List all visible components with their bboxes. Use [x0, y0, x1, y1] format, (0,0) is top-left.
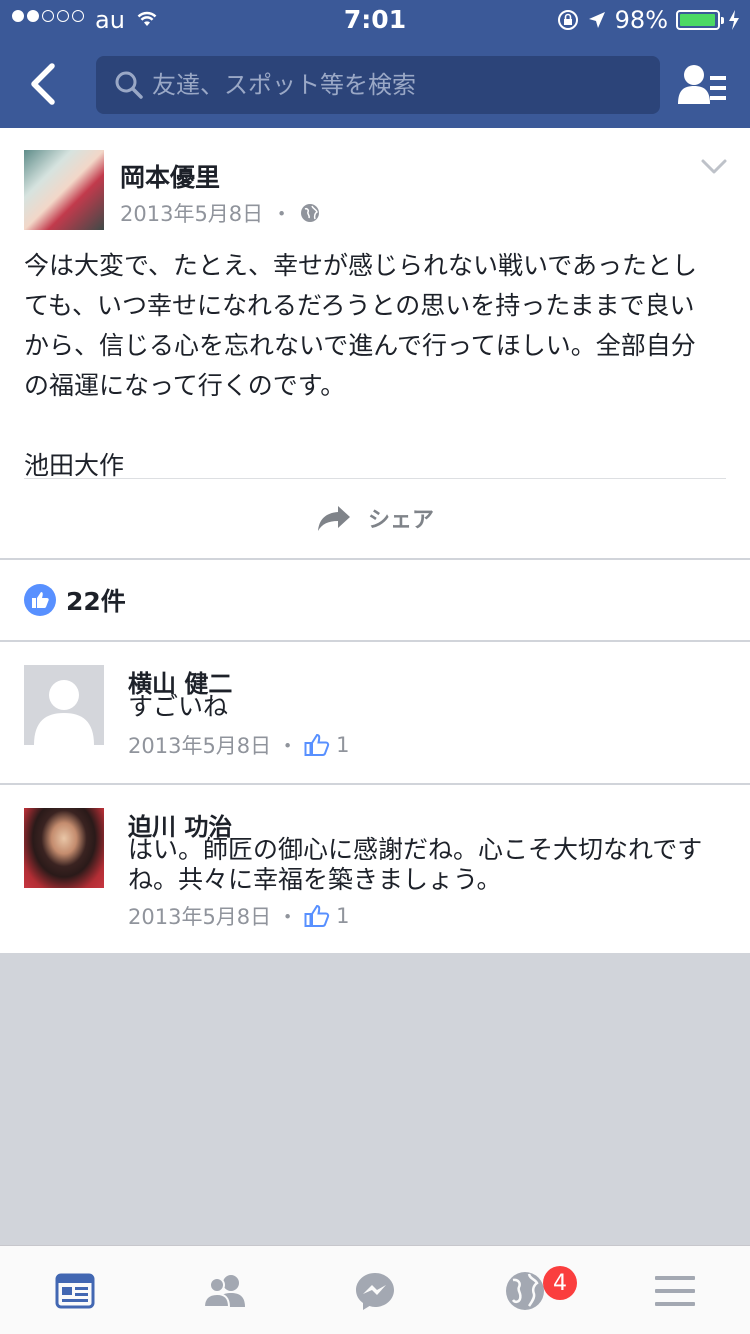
tab-news-feed[interactable] [0, 1246, 150, 1334]
comment-like-count: 1 [336, 904, 350, 928]
menu-icon [655, 1275, 695, 1306]
comment: 迫川 功治 はい。師匠の御心に感謝だね。心こそ大切なれですね。共々に幸福を築きま… [0, 785, 750, 953]
tab-notifications[interactable] [450, 1246, 600, 1334]
chevron-left-icon [31, 63, 55, 105]
meta-separator: ・ [277, 734, 299, 758]
post-meta: 2013年5月8日 ・ [120, 198, 320, 228]
rotation-lock-icon [557, 10, 578, 30]
tab-messenger[interactable] [300, 1246, 450, 1334]
thumbs-up-icon[interactable] [304, 904, 330, 928]
likes-summary[interactable]: 22件 [0, 560, 750, 640]
post-options-button[interactable] [700, 158, 728, 180]
chevron-down-icon [701, 159, 727, 174]
comment-meta: 2013年5月8日 ・ 1 [128, 730, 350, 760]
location-arrow-icon [588, 12, 605, 28]
divider [24, 478, 726, 479]
likes-count: 22件 [66, 587, 126, 616]
post-card: 岡本優里 2013年5月8日 ・ 今は大変で、たとえ、幸せが感じられない戦いであ… [0, 128, 750, 558]
share-arrow-icon [317, 506, 350, 531]
notifications-badge: 4 [543, 1266, 577, 1300]
post-date[interactable]: 2013年5月8日 [120, 198, 263, 228]
battery-percent: 98% [614, 6, 668, 34]
back-button[interactable] [22, 56, 70, 112]
post-author-name[interactable]: 岡本優里 [120, 158, 220, 194]
comment-meta: 2013年5月8日 ・ 1 [128, 901, 350, 931]
charging-bolt-icon [729, 10, 739, 30]
share-button[interactable]: シェア [0, 480, 750, 556]
friend-requests-icon [678, 65, 726, 104]
search-bar[interactable] [96, 56, 660, 114]
comment-date: 2013年5月8日 [128, 734, 272, 758]
post-author-avatar[interactable] [24, 150, 104, 230]
search-input[interactable] [152, 65, 642, 105]
news-feed-icon [55, 1273, 95, 1308]
comment-author-avatar[interactable] [24, 808, 104, 888]
thumbs-up-icon[interactable] [304, 733, 330, 757]
comment-author-avatar[interactable] [24, 665, 104, 745]
meta-separator: ・ [271, 202, 293, 226]
status-bar: au 7:01 98% [0, 0, 750, 40]
like-badge-icon [24, 584, 56, 616]
globe-icon [301, 204, 320, 222]
tab-more-menu[interactable] [600, 1246, 750, 1334]
post-text: 今は大変で、たとえ、幸せが感じられない戦いであったとしても、いつ幸せになれるだろ… [24, 251, 698, 480]
tab-friends[interactable] [150, 1246, 300, 1334]
comment-text: はい。師匠の御心に感謝だね。心こそ大切なれですね。共々に幸福を築きましょう。 [128, 835, 703, 894]
battery-icon [676, 10, 724, 30]
friend-requests-button[interactable] [676, 62, 730, 112]
notifications-globe-icon [506, 1271, 544, 1310]
friends-icon [202, 1274, 245, 1308]
messenger-icon [356, 1272, 394, 1310]
header-bar: au 7:01 98% [0, 0, 750, 128]
comment-date: 2013年5月8日 [128, 905, 272, 929]
share-label: シェア [367, 508, 434, 533]
search-icon [115, 71, 143, 99]
comment-text: すごいね [128, 692, 229, 721]
comment-like-count: 1 [336, 733, 350, 757]
comment: 横山 健二 すごいね 2013年5月8日 ・ 1 [0, 642, 750, 783]
bottom-tab-bar: 4 [0, 1245, 750, 1334]
meta-separator: ・ [277, 905, 299, 929]
